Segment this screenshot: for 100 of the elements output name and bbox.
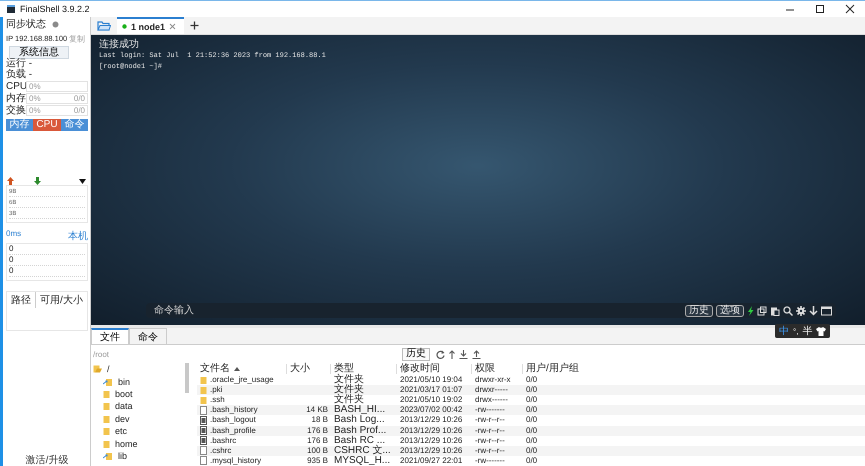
- width-mode[interactable]: 半: [802, 324, 812, 338]
- dropdown-caret-icon[interactable]: [79, 178, 86, 184]
- run-status: 运行 -: [6, 59, 34, 69]
- table-cell: 2021/05/10 19:04: [400, 374, 462, 385]
- upload-icon[interactable]: [472, 350, 481, 358]
- panel-tab[interactable]: 文件: [91, 328, 129, 344]
- tree-item[interactable]: boot: [93, 388, 185, 400]
- ping-latency: 0ms: [6, 229, 22, 240]
- table-cell: Bash RC ...: [334, 436, 386, 446]
- table-cell: 2021/05/10 19:02: [400, 395, 462, 406]
- tree-item[interactable]: home: [93, 437, 185, 450]
- command-field[interactable]: 命令输入 历史 选项: [146, 303, 836, 318]
- table-cell: 176 B: [307, 426, 328, 436]
- column-header[interactable]: 大小: [287, 364, 331, 374]
- tree-item[interactable]: dev: [93, 412, 185, 425]
- table-cell: BASH_HI...: [334, 405, 386, 416]
- table-cell: -rw-------: [475, 456, 505, 466]
- history-button[interactable]: 历史: [402, 348, 430, 360]
- column-header[interactable]: 用户/用户组: [523, 364, 583, 374]
- table-cell: 935 B: [307, 456, 328, 466]
- table-cell: 0/0: [526, 426, 538, 436]
- table-cell: 文件夹: [334, 395, 364, 406]
- column-header: 可用/大小: [39, 294, 84, 308]
- file-name: .pki: [210, 385, 222, 396]
- scrollbar[interactable]: [185, 363, 189, 393]
- file-name: .oracle_jre_usage: [210, 374, 274, 385]
- file-name: .bash_profile: [210, 426, 256, 436]
- meter-reading: 0%: [29, 106, 41, 114]
- up-arrow-icon[interactable]: [449, 350, 455, 358]
- shirt-icon[interactable]: [816, 326, 826, 336]
- table-cell: 文件夹: [334, 374, 364, 385]
- load-status: 负载 -: [6, 70, 34, 80]
- column-header[interactable]: 文件名: [197, 364, 287, 374]
- folder-link-icon: [103, 452, 113, 460]
- table-cell: 0/0: [526, 374, 538, 385]
- lightning-icon[interactable]: [747, 306, 754, 316]
- window-icon[interactable]: [821, 306, 832, 316]
- session-tab[interactable]: 1 node1: [117, 17, 184, 34]
- column-header[interactable]: 权限: [472, 364, 523, 374]
- file-name: .bash_history: [210, 405, 258, 416]
- upload-arrow-icon: [7, 177, 14, 185]
- table-cell: -rw-r--r--: [475, 415, 505, 426]
- folder-icon[interactable]: [97, 20, 111, 31]
- tree-item[interactable]: bin: [93, 375, 185, 388]
- terminal-button[interactable]: 选项: [716, 304, 744, 316]
- tree-item[interactable]: etc: [93, 424, 185, 438]
- table-cell: 0/0: [526, 446, 538, 456]
- open-folder-icon: [93, 365, 102, 374]
- ping-host[interactable]: 本机: [68, 229, 88, 243]
- close-icon[interactable]: [169, 23, 176, 30]
- system-info-button[interactable]: 系统信息: [9, 46, 69, 59]
- table-cell: CSHRC 文...: [334, 446, 391, 456]
- tree-item[interactable]: data: [93, 400, 185, 413]
- search-icon[interactable]: [783, 306, 793, 316]
- table-cell: Bash Prof...: [334, 426, 386, 436]
- meter-amount: 0/0: [74, 106, 85, 114]
- terminal-button[interactable]: 历史: [685, 304, 713, 316]
- table-cell: 0/0: [526, 415, 538, 426]
- download-arrow-icon: [34, 177, 41, 185]
- table-cell: 2013/12/29 10:26: [400, 426, 462, 436]
- status-dot-icon: [52, 20, 59, 28]
- column-header[interactable]: 修改时间: [397, 364, 472, 374]
- meter-label: 交换: [6, 104, 24, 117]
- table-cell: 2013/12/29 10:26: [400, 415, 462, 426]
- meter-reading: 0%: [29, 82, 41, 90]
- copy-icon[interactable]: [757, 306, 767, 316]
- file-name: .bash_logout: [210, 415, 256, 426]
- tree-item[interactable]: lib: [93, 450, 185, 462]
- add-tab-icon[interactable]: [190, 21, 200, 30]
- column-header[interactable]: 类型: [331, 364, 397, 374]
- sync-status-label: 同步状态: [6, 18, 46, 31]
- table-cell: 14 KB: [306, 405, 328, 416]
- table-cell: MYSQL_H...: [334, 456, 390, 466]
- input-mode[interactable]: 中: [779, 324, 789, 338]
- file-name: .bashrc: [210, 436, 236, 446]
- tree-item[interactable]: /: [93, 363, 185, 376]
- table-cell: drwxr-----: [475, 385, 508, 396]
- table-cell: 0/0: [526, 456, 538, 466]
- meter-amount: 0/0: [74, 94, 85, 102]
- monitor-tab[interactable]: CPU: [33, 119, 61, 131]
- meter-reading: 0%: [29, 94, 41, 102]
- settings-icon[interactable]: [796, 306, 806, 316]
- table-cell: 2021/03/17 01:07: [400, 385, 462, 396]
- table-cell: 文件夹: [334, 385, 364, 396]
- table-cell: drwx------: [475, 395, 508, 406]
- ping-value: 0: [9, 255, 14, 264]
- table-cell: 0/0: [526, 385, 538, 396]
- download-icon[interactable]: [459, 350, 468, 358]
- table-cell: 0/0: [526, 405, 538, 416]
- folder-link-icon: [103, 378, 113, 386]
- panel-tab[interactable]: 命令: [129, 328, 167, 344]
- terminal-line: 连接成功: [99, 40, 140, 51]
- table-cell: -rw-r--r--: [475, 446, 505, 456]
- table-cell: -rw-------: [475, 405, 505, 416]
- paste-icon[interactable]: [770, 306, 780, 316]
- punctuation-mode[interactable]: °,: [793, 326, 798, 336]
- activate-link[interactable]: 激活/升级: [26, 455, 68, 466]
- window-title: FinalShell 3.9.2.2: [20, 4, 90, 14]
- table-cell: 18 B: [312, 415, 328, 426]
- refresh-icon[interactable]: [436, 350, 445, 358]
